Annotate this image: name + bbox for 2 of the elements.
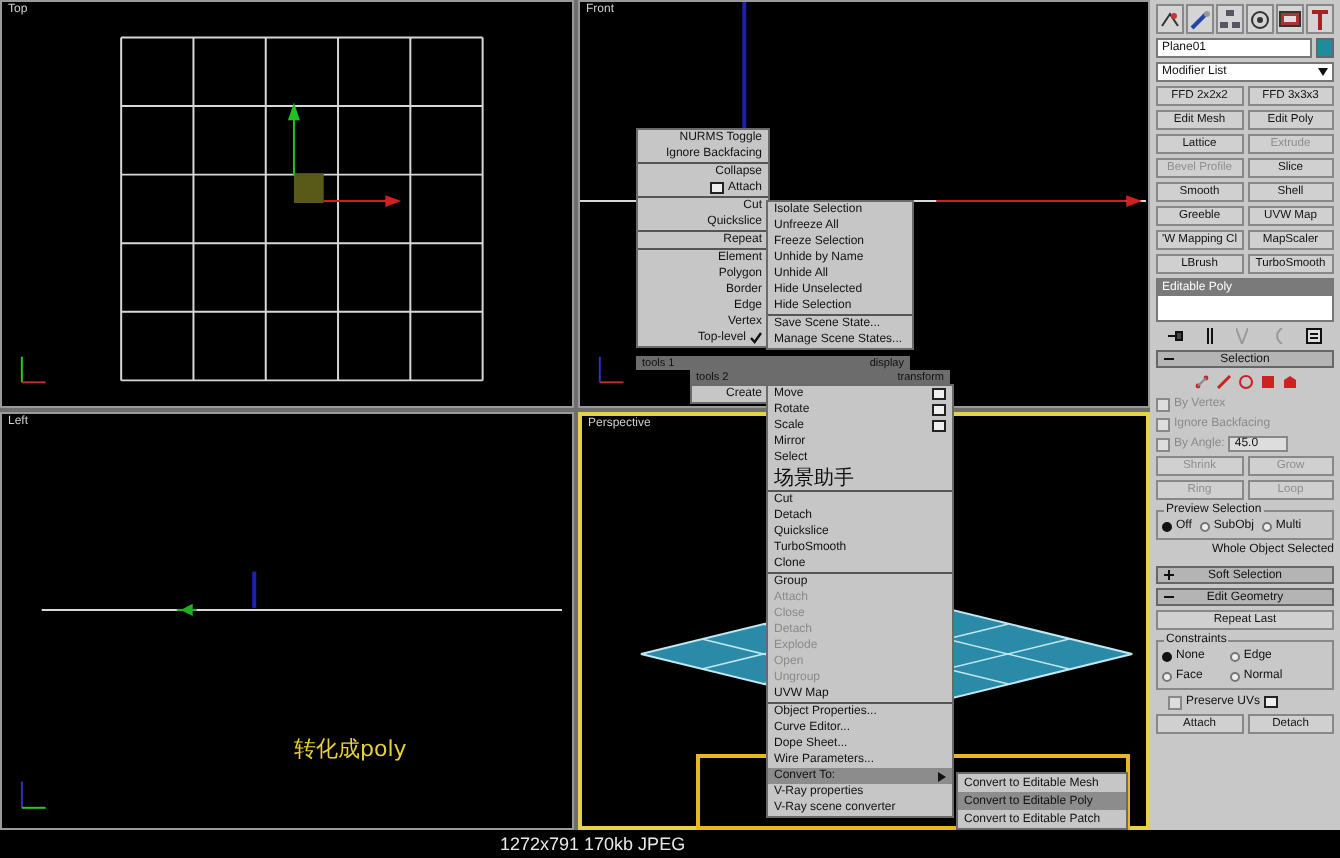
image-info-text: 1272x791 170kb JPEG	[500, 834, 686, 854]
annotation-text: 转化成poly	[294, 734, 407, 764]
